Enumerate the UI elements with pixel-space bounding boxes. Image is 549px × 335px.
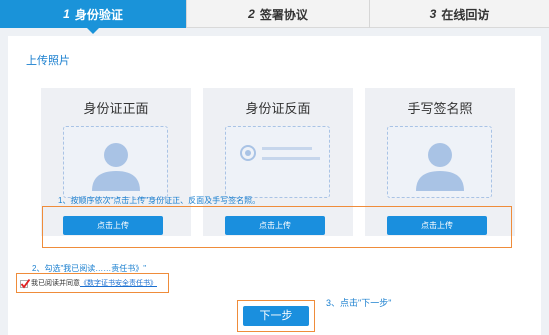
id-front-placeholder xyxy=(63,126,168,198)
agreement-row: 我已阅读并同意 《数字证书安全责任书》 xyxy=(20,278,157,289)
check-icon xyxy=(20,278,31,289)
step-number: 1 xyxy=(63,7,70,21)
person-silhouette-icon xyxy=(416,143,464,191)
step-2[interactable]: 2 签署协议 xyxy=(187,0,370,28)
step-3[interactable]: 3 在线回访 xyxy=(370,0,549,28)
step-number: 2 xyxy=(248,7,255,21)
next-step-button[interactable]: 下一步 xyxy=(243,306,309,326)
card-title: 身份证反面 xyxy=(245,101,311,116)
hint-upload-order: 1、按顺序依次"点击上传"身份证正、反面及手写签名照。 xyxy=(58,196,261,205)
agreement-checkbox[interactable] xyxy=(20,278,31,289)
agreement-link[interactable]: 《数字证书安全责任书》 xyxy=(80,278,157,288)
signature-placeholder xyxy=(387,126,492,198)
person-silhouette-icon xyxy=(92,143,140,191)
id-card-back-icon xyxy=(240,145,320,161)
id-back-placeholder xyxy=(225,126,330,198)
step-label: 签署协议 xyxy=(259,7,308,22)
card-title: 身份证正面 xyxy=(83,101,149,116)
agreement-text: 我已阅读并同意 xyxy=(31,280,80,287)
step-label: 身份验证 xyxy=(74,7,123,22)
step-label: 在线回访 xyxy=(441,7,490,22)
card-title: 手写签名照 xyxy=(407,101,473,116)
step-number: 3 xyxy=(429,7,437,21)
annotation-box-upload xyxy=(42,206,512,248)
section-title: 上传照片 xyxy=(26,55,70,67)
step-1[interactable]: 1 身份验证 xyxy=(0,0,187,34)
hint-click-next: 3、点击"下一步" xyxy=(326,298,392,308)
step-progress-bar: 1 身份验证 2 签署协议 3 在线回访 xyxy=(0,0,549,34)
